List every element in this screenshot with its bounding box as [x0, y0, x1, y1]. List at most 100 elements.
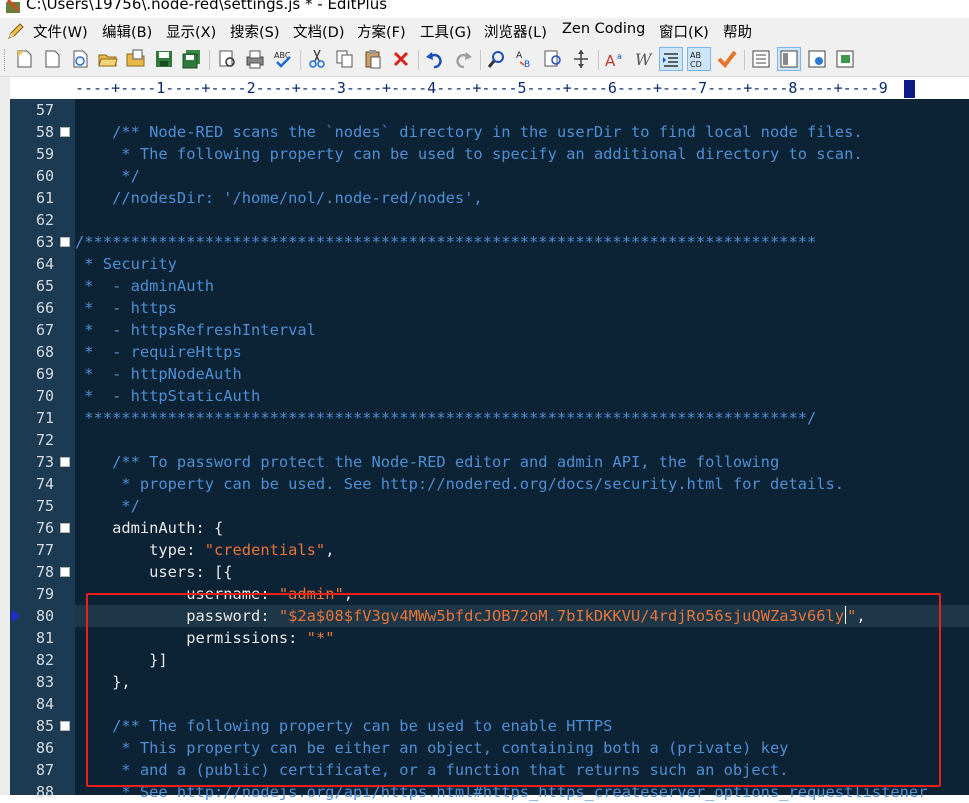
code-text[interactable]: type: "credentials",	[75, 539, 334, 561]
fold-marker-icon[interactable]	[60, 567, 70, 577]
replace-icon[interactable]: AB	[514, 48, 536, 70]
code-text[interactable]: * - httpsRefreshInterval	[75, 319, 316, 341]
menu-edit[interactable]: 编辑(B)	[102, 21, 152, 42]
code-text[interactable]: * The following property can be used to …	[75, 143, 862, 165]
spell-check-icon[interactable]: ABC	[272, 48, 294, 70]
code-text[interactable]: * Security	[75, 253, 177, 275]
menu-file[interactable]: 文件(W)	[33, 21, 88, 42]
code-text[interactable]: permissions: "*"	[75, 627, 334, 649]
fold-marker-icon[interactable]	[60, 457, 70, 467]
menu-view[interactable]: 显示(X)	[166, 21, 216, 42]
menu-tools[interactable]: 工具(G)	[420, 21, 472, 42]
code-text[interactable]: */	[75, 495, 140, 517]
code-line[interactable]: 86 * This property can be either an obje…	[0, 737, 969, 759]
code-line[interactable]: 58 /** Node-RED scans the `nodes` direct…	[0, 121, 969, 143]
print-preview-icon[interactable]	[216, 48, 238, 70]
menu-browser[interactable]: 浏览器(L)	[484, 21, 547, 42]
code-line[interactable]: 73 /** To password protect the Node-RED …	[0, 451, 969, 473]
font-size-icon[interactable]: Aa	[604, 48, 626, 70]
print-icon[interactable]	[244, 48, 266, 70]
new-blank-icon[interactable]	[41, 48, 63, 70]
code-line[interactable]: 65 * - adminAuth	[0, 275, 969, 297]
code-text[interactable]: * - httpStaticAuth	[75, 385, 260, 407]
paste-icon[interactable]	[362, 48, 384, 70]
code-text[interactable]: }]	[75, 649, 168, 671]
code-line[interactable]: 79 username: "admin",	[0, 583, 969, 605]
find-in-files-icon[interactable]	[542, 48, 564, 70]
open-folder-icon[interactable]	[125, 48, 147, 70]
code-line[interactable]: 87 * and a (public) certificate, or a fu…	[0, 759, 969, 781]
view-fullscreen-icon[interactable]	[834, 48, 856, 70]
code-line[interactable]: 82 }]	[0, 649, 969, 671]
code-line[interactable]: 72	[0, 429, 969, 451]
indent-icon[interactable]	[659, 47, 683, 71]
code-text[interactable]: username: "admin",	[75, 583, 353, 605]
copy-icon[interactable]	[334, 48, 356, 70]
code-text[interactable]: */	[75, 165, 140, 187]
code-line[interactable]: 67 * - httpsRefreshInterval	[0, 319, 969, 341]
new-file-icon[interactable]	[13, 48, 35, 70]
view-browser-icon[interactable]	[806, 48, 828, 70]
open-icon[interactable]	[97, 48, 119, 70]
fold-marker-icon[interactable]	[60, 523, 70, 533]
menu-help[interactable]: 帮助	[723, 21, 752, 42]
code-text[interactable]: * This property can be either an object,…	[75, 737, 788, 759]
code-line[interactable]: 78 users: [{	[0, 561, 969, 583]
goto-line-icon[interactable]	[570, 48, 592, 70]
code-line[interactable]: 62	[0, 209, 969, 231]
code-line[interactable]: 64 * Security	[0, 253, 969, 275]
menu-zen-coding[interactable]: Zen Coding	[562, 21, 645, 37]
undo-icon[interactable]	[424, 48, 446, 70]
code-line[interactable]: 63 /*************************************…	[0, 231, 969, 253]
delete-icon[interactable]	[390, 48, 412, 70]
code-line[interactable]: 57	[0, 99, 969, 121]
code-text[interactable]: /** Node-RED scans the `nodes` directory…	[75, 121, 863, 143]
fold-marker-icon[interactable]	[60, 237, 70, 247]
code-text[interactable]: * property can be used. See http://noder…	[75, 473, 844, 495]
code-text[interactable]: /** To password protect the Node-RED edi…	[75, 451, 779, 473]
code-line[interactable]: 84	[0, 693, 969, 715]
code-line[interactable]: 81 permissions: "*"	[0, 627, 969, 649]
code-line[interactable]: 70 * - httpStaticAuth	[0, 385, 969, 407]
code-text[interactable]: //nodesDir: '/home/nol/.node-red/nodes',	[75, 187, 483, 209]
word-wrap-icon[interactable]: ABCD	[687, 47, 711, 71]
code-text[interactable]: * - adminAuth	[75, 275, 214, 297]
editor-pane[interactable]: ----+----1----+----2----+----3----+----4…	[0, 77, 969, 801]
view-split-icon[interactable]	[777, 47, 801, 71]
new-html-icon[interactable]	[69, 48, 91, 70]
code-line[interactable]: 60 */	[0, 165, 969, 187]
code-text[interactable]: password: "$2a$08$fV3gv4MWw5bfdcJOB72oM.…	[75, 605, 866, 627]
code-line[interactable]: 88 * See http://nodejs.org/api/https.htm…	[0, 781, 969, 803]
code-line[interactable]: 61 //nodesDir: '/home/nol/.node-red/node…	[0, 187, 969, 209]
code-text[interactable]: * See http://nodejs.org/api/https.html#h…	[75, 781, 927, 803]
code-line[interactable]: 66 * - https	[0, 297, 969, 319]
fold-marker-icon[interactable]	[60, 721, 70, 731]
code-line[interactable]: 83 },	[0, 671, 969, 693]
check-icon[interactable]	[716, 48, 738, 70]
code-text[interactable]: adminAuth: {	[75, 517, 223, 539]
code-text[interactable]: * and a (public) certificate, or a funct…	[75, 759, 788, 781]
toolbar-grip[interactable]	[4, 49, 8, 71]
save-icon[interactable]	[153, 48, 175, 70]
code-text[interactable]: * - requireHttps	[75, 341, 242, 363]
code-line[interactable]: 69 * - httpNodeAuth	[0, 363, 969, 385]
code-line[interactable]: 77 type: "credentials",	[0, 539, 969, 561]
menu-document[interactable]: 文档(D)	[293, 21, 344, 42]
code-line[interactable]: 80 password: "$2a$08$fV3gv4MWw5bfdcJOB72…	[0, 605, 969, 627]
code-text[interactable]: * - httpNodeAuth	[75, 363, 242, 385]
code-line[interactable]: 76 adminAuth: {	[0, 517, 969, 539]
code-text[interactable]: },	[75, 671, 131, 693]
code-text[interactable]: * - https	[75, 297, 177, 319]
menu-window[interactable]: 窗口(K)	[659, 21, 709, 42]
code-text[interactable]: ****************************************…	[75, 407, 816, 429]
code-text[interactable]: /** The following property can be used t…	[75, 715, 612, 737]
code-line[interactable]: 75 */	[0, 495, 969, 517]
redo-icon[interactable]	[452, 48, 474, 70]
find-icon[interactable]	[486, 48, 508, 70]
code-line[interactable]: 74 * property can be used. See http://no…	[0, 473, 969, 495]
code-line[interactable]: 59 * The following property can be used …	[0, 143, 969, 165]
code-line[interactable]: 85 /** The following property can be use…	[0, 715, 969, 737]
save-all-icon[interactable]	[181, 48, 203, 70]
fold-marker-icon[interactable]	[60, 127, 70, 137]
italic-icon[interactable]: W	[632, 48, 654, 70]
